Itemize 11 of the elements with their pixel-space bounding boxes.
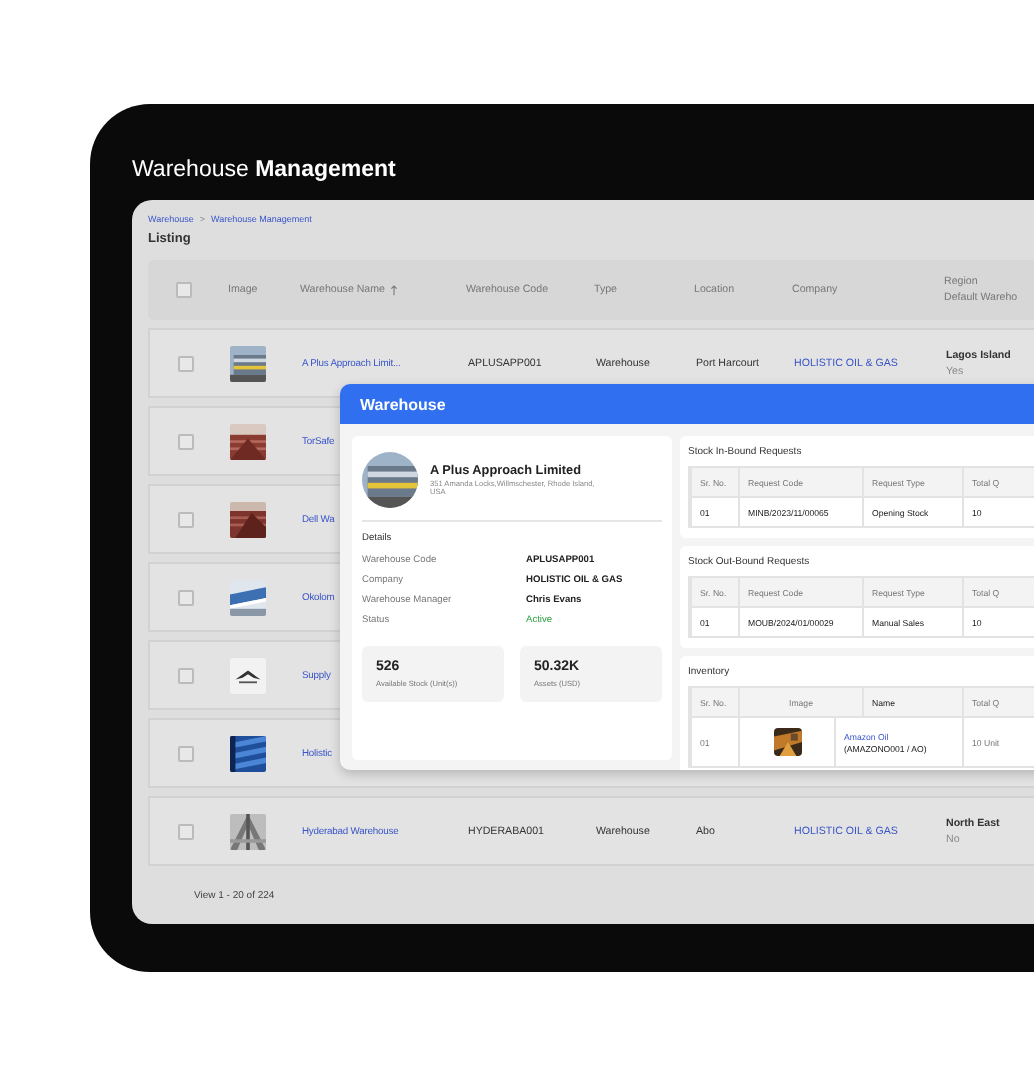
checkbox[interactable] [178,745,194,761]
checkbox[interactable] [178,355,194,371]
dialog-title: Warehouse [340,384,1034,424]
checkbox[interactable] [178,433,194,449]
checkbox[interactable] [178,589,194,605]
checkbox[interactable] [178,823,194,839]
sort-arrow-icon[interactable] [389,284,397,296]
checkbox[interactable] [176,282,192,298]
checkbox[interactable] [178,667,194,683]
app-title: Warehouse Management [132,158,398,186]
checkbox[interactable] [178,511,194,527]
